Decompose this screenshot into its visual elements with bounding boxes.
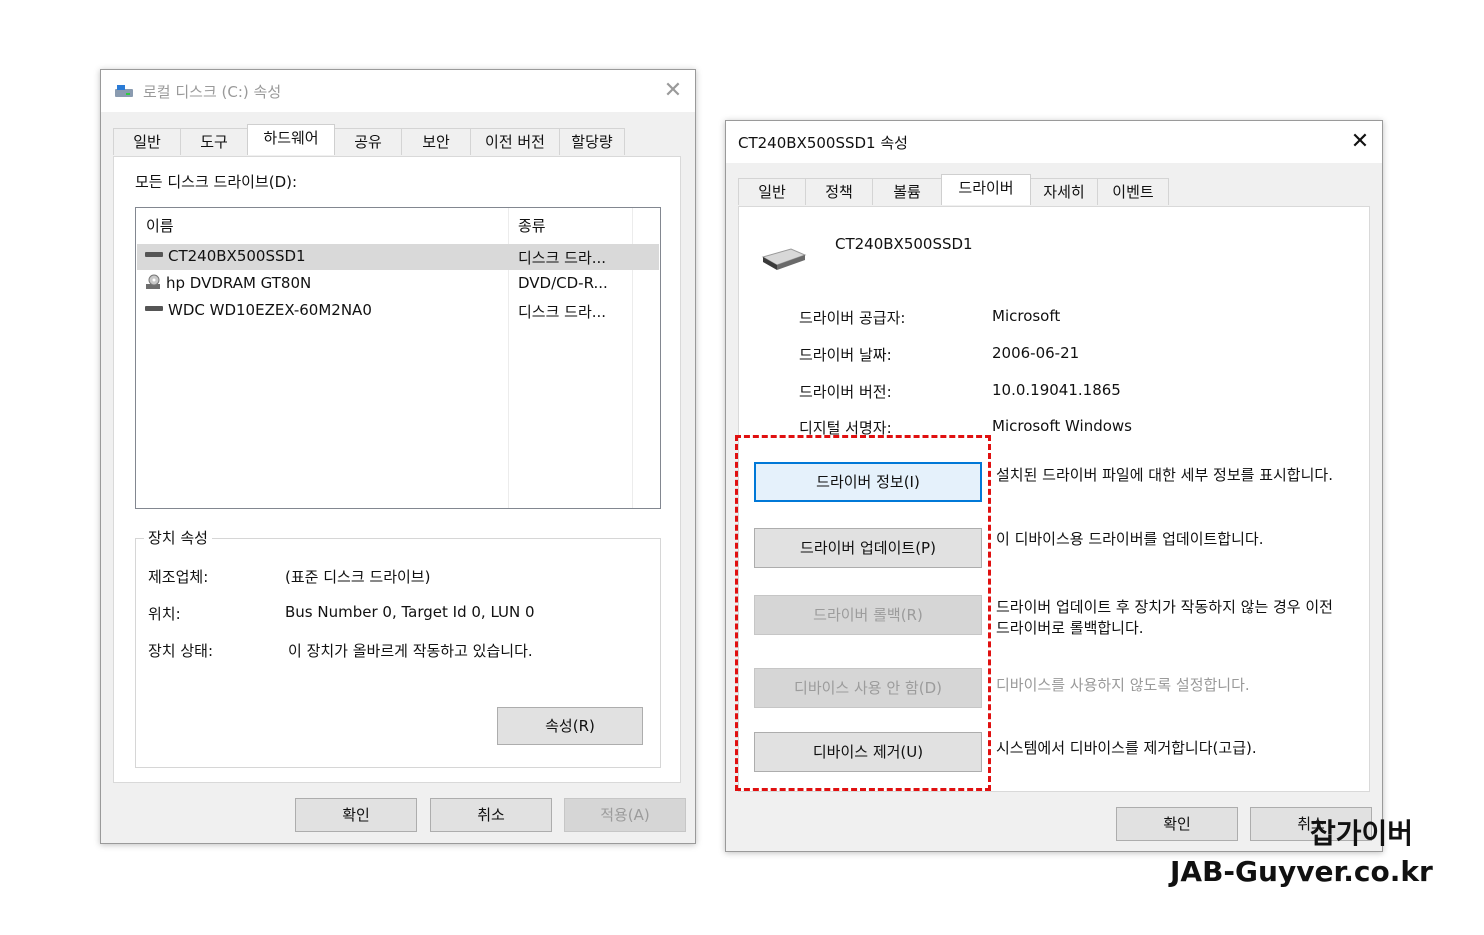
- tab-driver[interactable]: 드라이버: [941, 174, 1031, 205]
- drive-icon: [145, 252, 163, 257]
- close-icon[interactable]: ✕: [1346, 128, 1374, 156]
- tab-general[interactable]: 일반: [738, 178, 806, 205]
- name-cell: CT240BX500SSD1: [145, 247, 505, 265]
- disk-icon: [115, 85, 133, 97]
- device-status-label: 장치 상태:: [148, 642, 214, 660]
- driver-provider-label: 드라이버 공급자:: [799, 309, 906, 327]
- driver-date-label: 드라이버 날짜:: [799, 346, 892, 364]
- driver-details-desc: 설치된 드라이버 파일에 대한 세부 정보를 표시합니다.: [996, 466, 1333, 484]
- location-label: 위치:: [148, 605, 181, 623]
- type-cell: 디스크 드라...: [518, 303, 607, 321]
- update-driver-desc: 이 디바이스용 드라이버를 업데이트합니다.: [996, 530, 1264, 548]
- device-status-value: 이 장치가 올바르게 작동하고 있습니다.: [288, 642, 533, 660]
- disk-properties-window: 로컬 디스크 (C:) 속성 ✕ 일반 도구 하드웨어 공유 보안 이전 버전 …: [100, 69, 696, 844]
- tab-sharing[interactable]: 공유: [334, 128, 402, 155]
- tab-security[interactable]: 보안: [401, 128, 471, 155]
- tab-previous-versions[interactable]: 이전 버전: [470, 128, 560, 155]
- digital-signer-value: Microsoft Windows: [992, 417, 1132, 435]
- table-row[interactable]: WDC WD10EZEX-60M2NA0 디스크 드라...: [137, 298, 659, 324]
- cancel-button[interactable]: 취소: [430, 798, 552, 832]
- hard-drive-icon: [761, 248, 807, 270]
- tab-hardware[interactable]: 하드웨어: [247, 124, 335, 155]
- cd-drive-icon: [146, 274, 160, 289]
- window-title: 로컬 디스크 (C:) 속성: [143, 83, 282, 101]
- manufacturer-label: 제조업체:: [148, 568, 209, 586]
- tab-volumes[interactable]: 볼륨: [872, 178, 942, 205]
- manufacturer-value: (표준 디스크 드라이브): [285, 568, 431, 586]
- column-header-type[interactable]: 종류: [518, 215, 546, 236]
- device-properties-group: 장치 속성 제조업체: (표준 디스크 드라이브) 위치: Bus Number…: [135, 527, 661, 768]
- name-cell: WDC WD10EZEX-60M2NA0: [145, 301, 505, 319]
- rollback-driver-desc: 드라이버 업데이트 후 장치가 작동하지 않는 경우 이전 드라이버로 롤백합니…: [996, 598, 1333, 637]
- name-cell: hp DVDRAM GT80N: [145, 274, 505, 292]
- window-title: CT240BX500SSD1 속성: [738, 134, 908, 152]
- title-bar: CT240BX500SSD1 속성 ✕: [726, 121, 1382, 163]
- apply-button[interactable]: 적용(A): [564, 798, 686, 832]
- tab-policies[interactable]: 정책: [805, 178, 873, 205]
- location-value: Bus Number 0, Target Id 0, LUN 0: [285, 603, 535, 621]
- tab-strip: 일반 도구 하드웨어 공유 보안 이전 버전 할당량: [113, 124, 685, 156]
- title-bar: 로컬 디스크 (C:) 속성 ✕: [101, 70, 695, 112]
- close-icon[interactable]: ✕: [659, 77, 687, 105]
- watermark-url: JAB-Guyver.co.kr: [1170, 855, 1433, 888]
- group-title: 장치 속성: [144, 527, 212, 548]
- hardware-panel: 모든 디스크 드라이브(D): 이름 종류 CT240BX500SSD1 디스크…: [113, 156, 681, 783]
- table-row[interactable]: CT240BX500SSD1 디스크 드라...: [137, 244, 659, 270]
- drive-icon: [145, 306, 163, 311]
- tab-events[interactable]: 이벤트: [1097, 178, 1169, 205]
- tab-quota[interactable]: 할당량: [559, 128, 625, 155]
- uninstall-device-desc: 시스템에서 디바이스를 제거합니다(고급).: [996, 739, 1257, 757]
- ok-button[interactable]: 확인: [1116, 807, 1238, 841]
- driver-provider-value: Microsoft: [992, 307, 1061, 325]
- watermark-title: 잡가이버: [1310, 817, 1414, 850]
- device-name: CT240BX500SSD1: [835, 235, 973, 253]
- driver-date-value: 2006-06-21: [992, 344, 1080, 362]
- tab-general[interactable]: 일반: [113, 128, 181, 155]
- column-header-name[interactable]: 이름: [146, 215, 174, 236]
- tab-tools[interactable]: 도구: [180, 128, 248, 155]
- drives-list[interactable]: 이름 종류 CT240BX500SSD1 디스크 드라... hp DVDRAM…: [135, 207, 661, 509]
- driver-version-label: 드라이버 버전:: [799, 383, 892, 401]
- tab-details[interactable]: 자세히: [1030, 178, 1098, 205]
- type-cell: DVD/CD-R...: [518, 274, 608, 292]
- ok-button[interactable]: 확인: [295, 798, 417, 832]
- type-cell: 디스크 드라...: [518, 249, 607, 267]
- properties-button[interactable]: 속성(R): [497, 707, 643, 745]
- tab-strip: 일반 정책 볼륨 드라이버 자세히 이벤트: [738, 174, 1368, 206]
- highlight-box: [735, 435, 991, 791]
- all-drives-label: 모든 디스크 드라이브(D):: [135, 173, 298, 191]
- disable-device-desc: 디바이스를 사용하지 않도록 설정합니다.: [996, 676, 1250, 694]
- table-row[interactable]: hp DVDRAM GT80N DVD/CD-R...: [137, 271, 659, 297]
- driver-version-value: 10.0.19041.1865: [992, 381, 1121, 399]
